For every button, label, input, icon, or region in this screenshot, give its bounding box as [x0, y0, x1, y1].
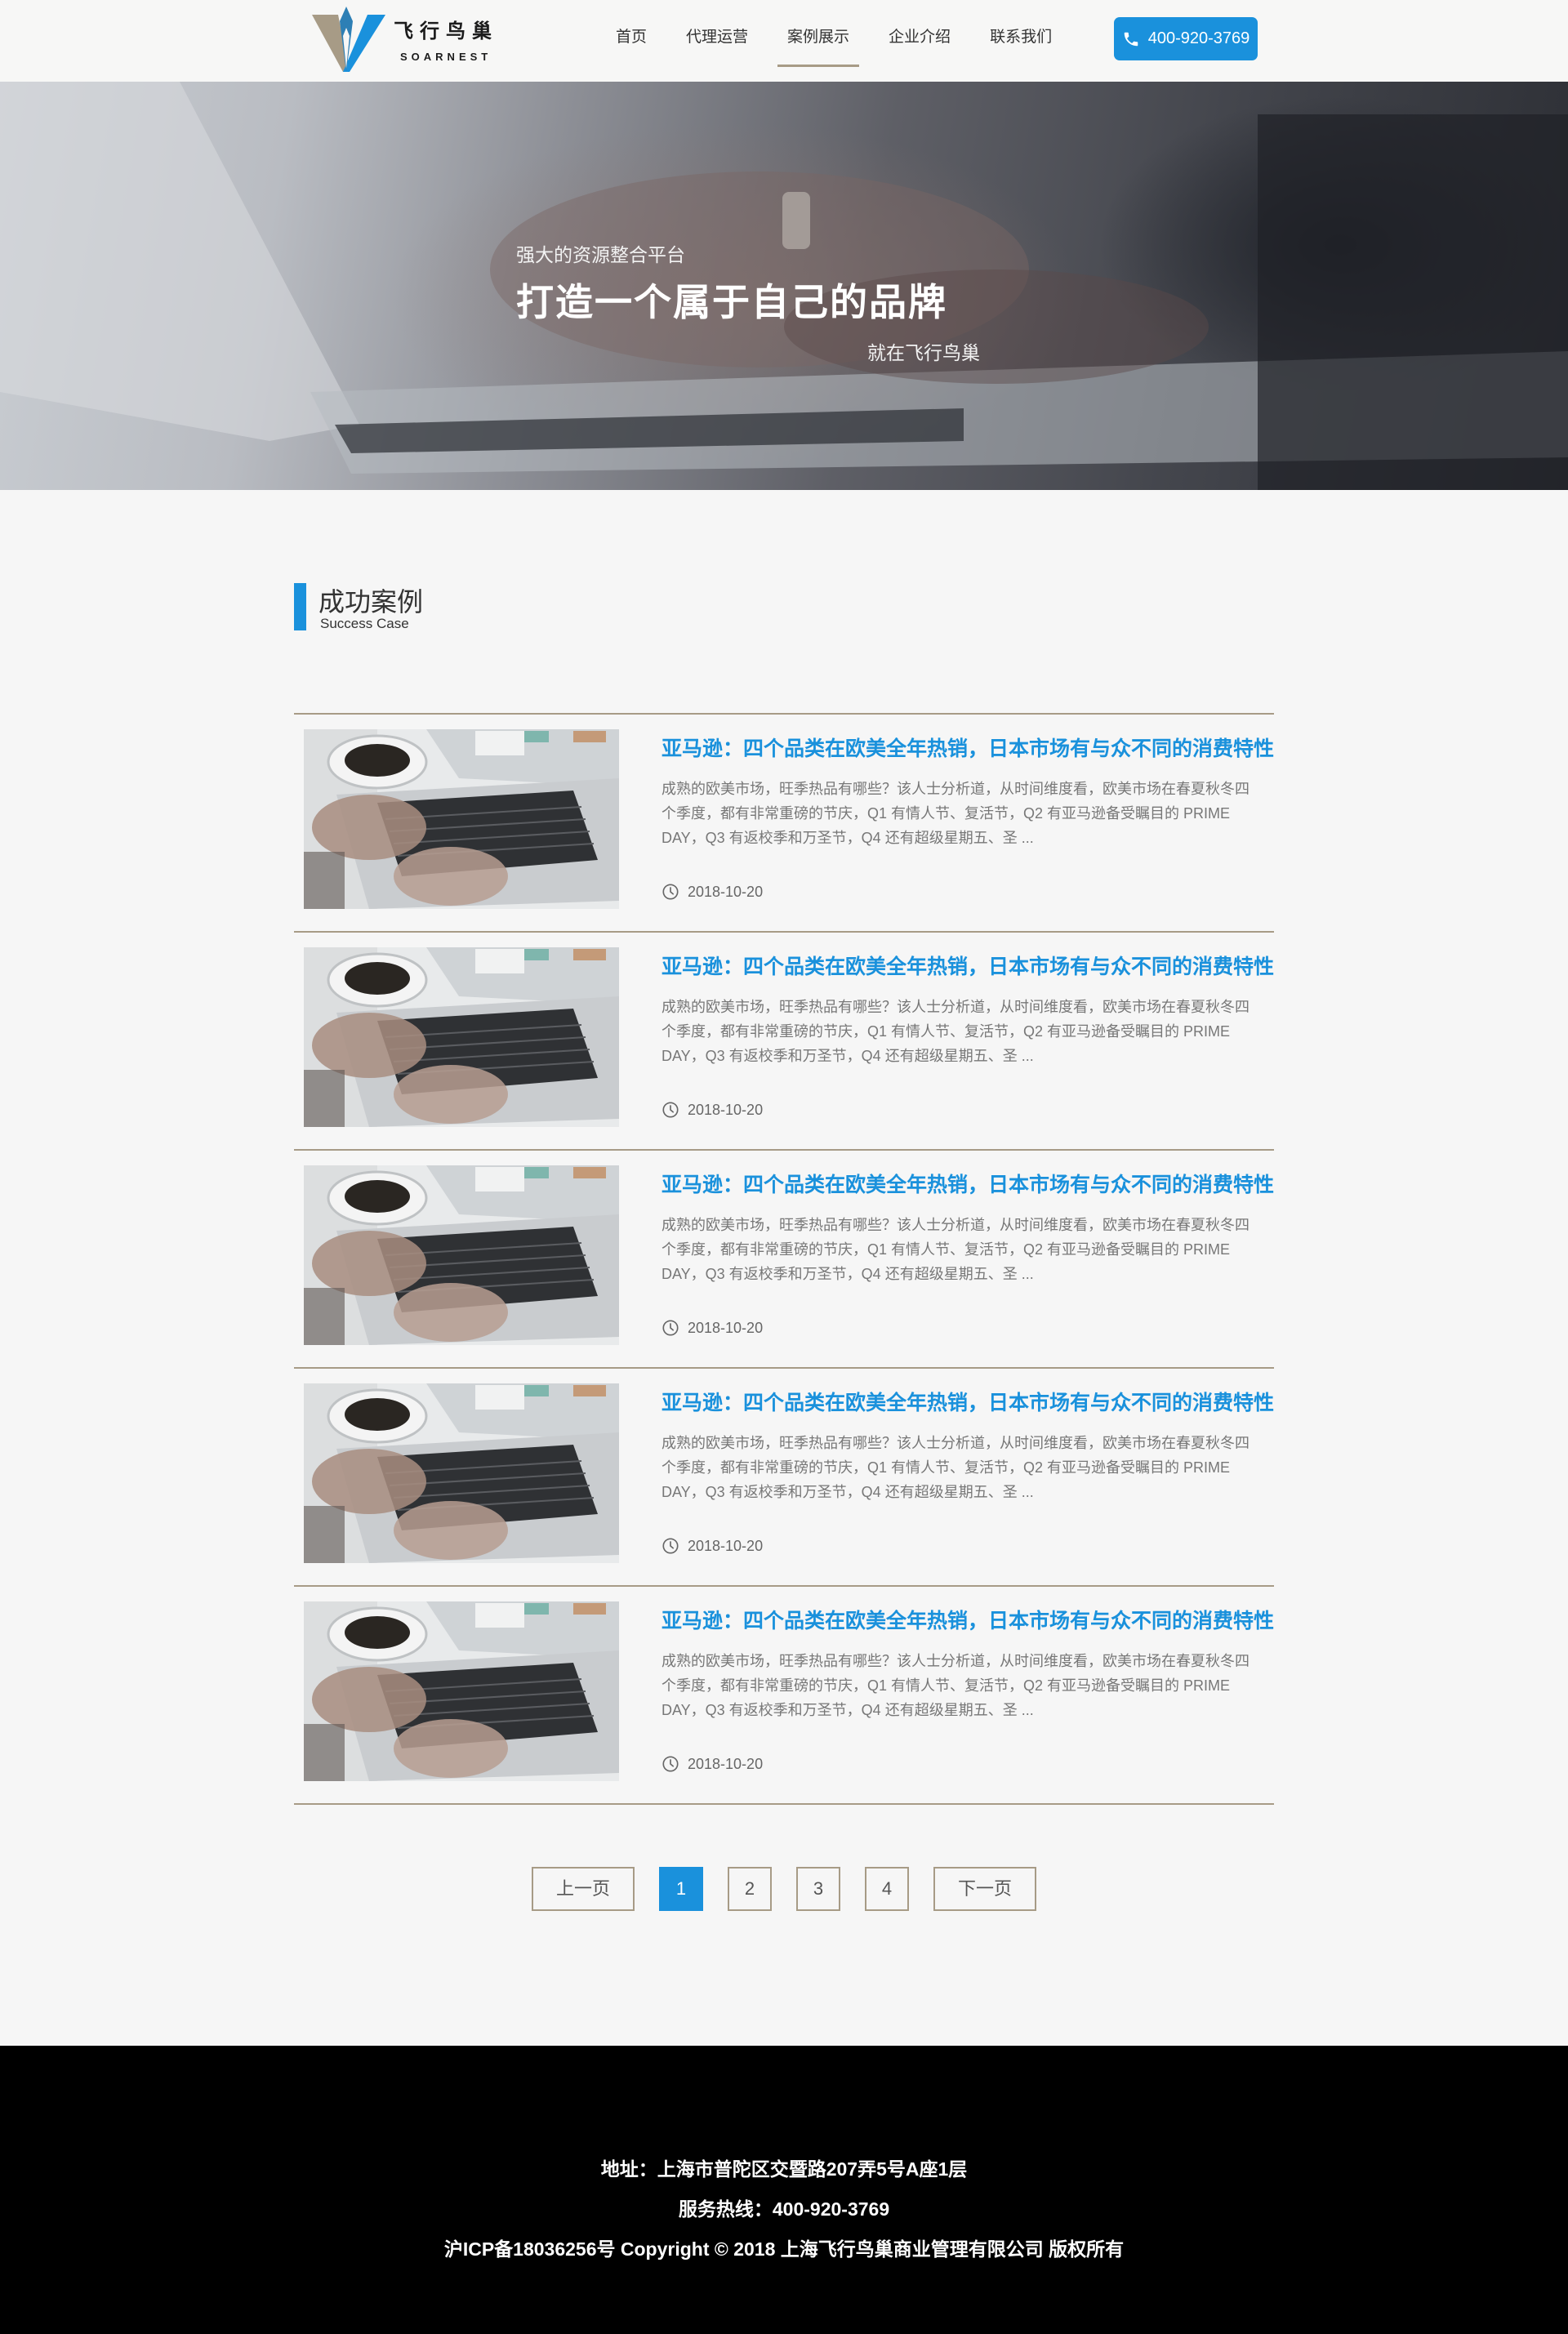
- case-thumbnail-image: [304, 1383, 619, 1563]
- footer-address: 地址：上海市普陀区交暨路207弄5号A座1层: [600, 2158, 968, 2180]
- case-summary: 成熟的欧美市场，旺季热品有哪些？该人士分析道，从时间维度看，欧美市场在春夏秋冬四…: [662, 999, 1250, 1064]
- clock-icon: [662, 1756, 679, 1772]
- clock-icon: [662, 884, 679, 900]
- case-thumbnail[interactable]: [304, 1601, 619, 1781]
- case-date: 2018-10-20: [662, 1537, 763, 1555]
- case-thumbnail-image: [304, 729, 619, 909]
- case-title-link[interactable]: 亚马逊：四个品类在欧美全年热销，日本市场有与众不同的消费特性: [662, 951, 1274, 980]
- case-summary: 成熟的欧美市场，旺季热品有哪些？该人士分析道，从时间维度看，欧美市场在春夏秋冬四…: [662, 1217, 1250, 1282]
- banner-tagline: 就在飞行鸟巢: [867, 342, 980, 363]
- logo-text-cn: 飞行鸟巢: [394, 20, 498, 42]
- footer-hotline: 服务热线：400-920-3769: [678, 2198, 890, 2220]
- section-subtitle: Success Case: [320, 616, 409, 631]
- case-thumbnail[interactable]: [304, 729, 619, 909]
- phone-icon: [1124, 32, 1138, 46]
- page-3-button[interactable]: 3: [796, 1867, 840, 1911]
- page-2-button[interactable]: 2: [728, 1867, 772, 1911]
- case-thumbnail[interactable]: [304, 947, 619, 1127]
- hero-banner: 强大的资源整合平台 打造一个属于自己的品牌 就在飞行鸟巢: [0, 82, 1568, 490]
- clock-icon: [662, 1538, 679, 1554]
- nav-item-1[interactable]: 首页: [596, 0, 666, 82]
- case-date: 2018-10-20: [662, 1755, 763, 1773]
- case-item[interactable]: 亚马逊：四个品类在欧美全年热销，日本市场有与众不同的消费特性 成熟的欧美市场，旺…: [294, 713, 1274, 931]
- case-list: 亚马逊：四个品类在欧美全年热销，日本市场有与众不同的消费特性 成熟的欧美市场，旺…: [294, 713, 1274, 1805]
- nav-item-4[interactable]: 企业介绍: [869, 0, 970, 82]
- case-item[interactable]: 亚马逊：四个品类在欧美全年热销，日本市场有与众不同的消费特性 成熟的欧美市场，旺…: [294, 1585, 1274, 1805]
- logo-mark-icon: [312, 7, 385, 72]
- main-nav: 首页 代理运营 案例展示 企业介绍 联系我们: [596, 0, 1071, 82]
- nav-item-5[interactable]: 联系我们: [970, 0, 1071, 82]
- site-header: 飞行鸟巢 SOARNEST 首页 代理运营 案例展示 企业介绍 联系我们 400-920…: [0, 0, 1568, 82]
- case-summary: 成熟的欧美市场，旺季热品有哪些？该人士分析道，从时间维度看，欧美市场在春夏秋冬四…: [662, 781, 1250, 846]
- case-thumbnail[interactable]: [304, 1383, 619, 1563]
- case-summary: 成熟的欧美市场，旺季热品有哪些？该人士分析道，从时间维度看，欧美市场在春夏秋冬四…: [662, 1435, 1250, 1500]
- case-date: 2018-10-20: [662, 1319, 763, 1337]
- nav-item-2[interactable]: 代理运营: [666, 0, 768, 82]
- prev-page-button[interactable]: 上一页: [532, 1867, 635, 1911]
- case-title-link[interactable]: 亚马逊：四个品类在欧美全年热销，日本市场有与众不同的消费特性: [662, 1605, 1274, 1634]
- case-thumbnail[interactable]: [304, 1165, 619, 1345]
- logo-text-en: SOARNEST: [400, 51, 492, 63]
- clock-icon: [662, 1320, 679, 1336]
- clock-icon: [662, 1102, 679, 1118]
- page-4-button[interactable]: 4: [865, 1867, 909, 1911]
- footer-copyright: 沪ICP备18036256号 Copyright © 2018 上海飞行鸟巢商业…: [443, 2238, 1125, 2260]
- case-date: 2018-10-20: [662, 883, 763, 901]
- section-accent-bar: [294, 583, 306, 630]
- case-item[interactable]: 亚马逊：四个品类在欧美全年热销，日本市场有与众不同的消费特性 成熟的欧美市场，旺…: [294, 931, 1274, 1149]
- case-thumbnail-image: [304, 1601, 619, 1781]
- next-page-button[interactable]: 下一页: [933, 1867, 1036, 1911]
- nav-item-3[interactable]: 案例展示: [768, 0, 869, 82]
- case-title-link[interactable]: 亚马逊：四个品类在欧美全年热销，日本市场有与众不同的消费特性: [662, 1387, 1274, 1416]
- case-thumbnail-image: [304, 1165, 619, 1345]
- banner-title: 打造一个属于自己的品牌: [516, 281, 947, 323]
- site-footer: 地址：上海市普陀区交暨路207弄5号A座1层 服务热线：400-920-3769…: [0, 2046, 1568, 2334]
- case-date-text: 2018-10-20: [688, 1537, 764, 1554]
- section-title: 成功案例: [318, 587, 424, 617]
- case-title-link[interactable]: 亚马逊：四个品类在欧美全年热销，日本市场有与众不同的消费特性: [662, 733, 1274, 762]
- case-thumbnail-image: [304, 947, 619, 1127]
- case-summary: 成熟的欧美市场，旺季热品有哪些？该人士分析道，从时间维度看，欧美市场在春夏秋冬四…: [662, 1653, 1250, 1718]
- case-date-text: 2018-10-20: [688, 1319, 764, 1336]
- case-item[interactable]: 亚马逊：四个品类在欧美全年热销，日本市场有与众不同的消费特性 成熟的欧美市场，旺…: [294, 1149, 1274, 1367]
- phone-hotline-button[interactable]: 400-920-3769: [1114, 17, 1258, 60]
- case-date-text: 2018-10-20: [688, 883, 764, 900]
- case-title-link[interactable]: 亚马逊：四个品类在欧美全年热销，日本市场有与众不同的消费特性: [662, 1169, 1274, 1198]
- case-date-text: 2018-10-20: [688, 1755, 764, 1772]
- page-1-button[interactable]: 1: [659, 1867, 703, 1911]
- case-date: 2018-10-20: [662, 1101, 763, 1119]
- case-date-text: 2018-10-20: [688, 1101, 764, 1118]
- site-logo[interactable]: 飞行鸟巢 SOARNEST: [310, 3, 506, 73]
- phone-number: 400-920-3769: [1147, 29, 1250, 47]
- case-item[interactable]: 亚马逊：四个品类在欧美全年热销，日本市场有与众不同的消费特性 成熟的欧美市场，旺…: [294, 1367, 1274, 1585]
- banner-subtitle: 强大的资源整合平台: [516, 244, 685, 265]
